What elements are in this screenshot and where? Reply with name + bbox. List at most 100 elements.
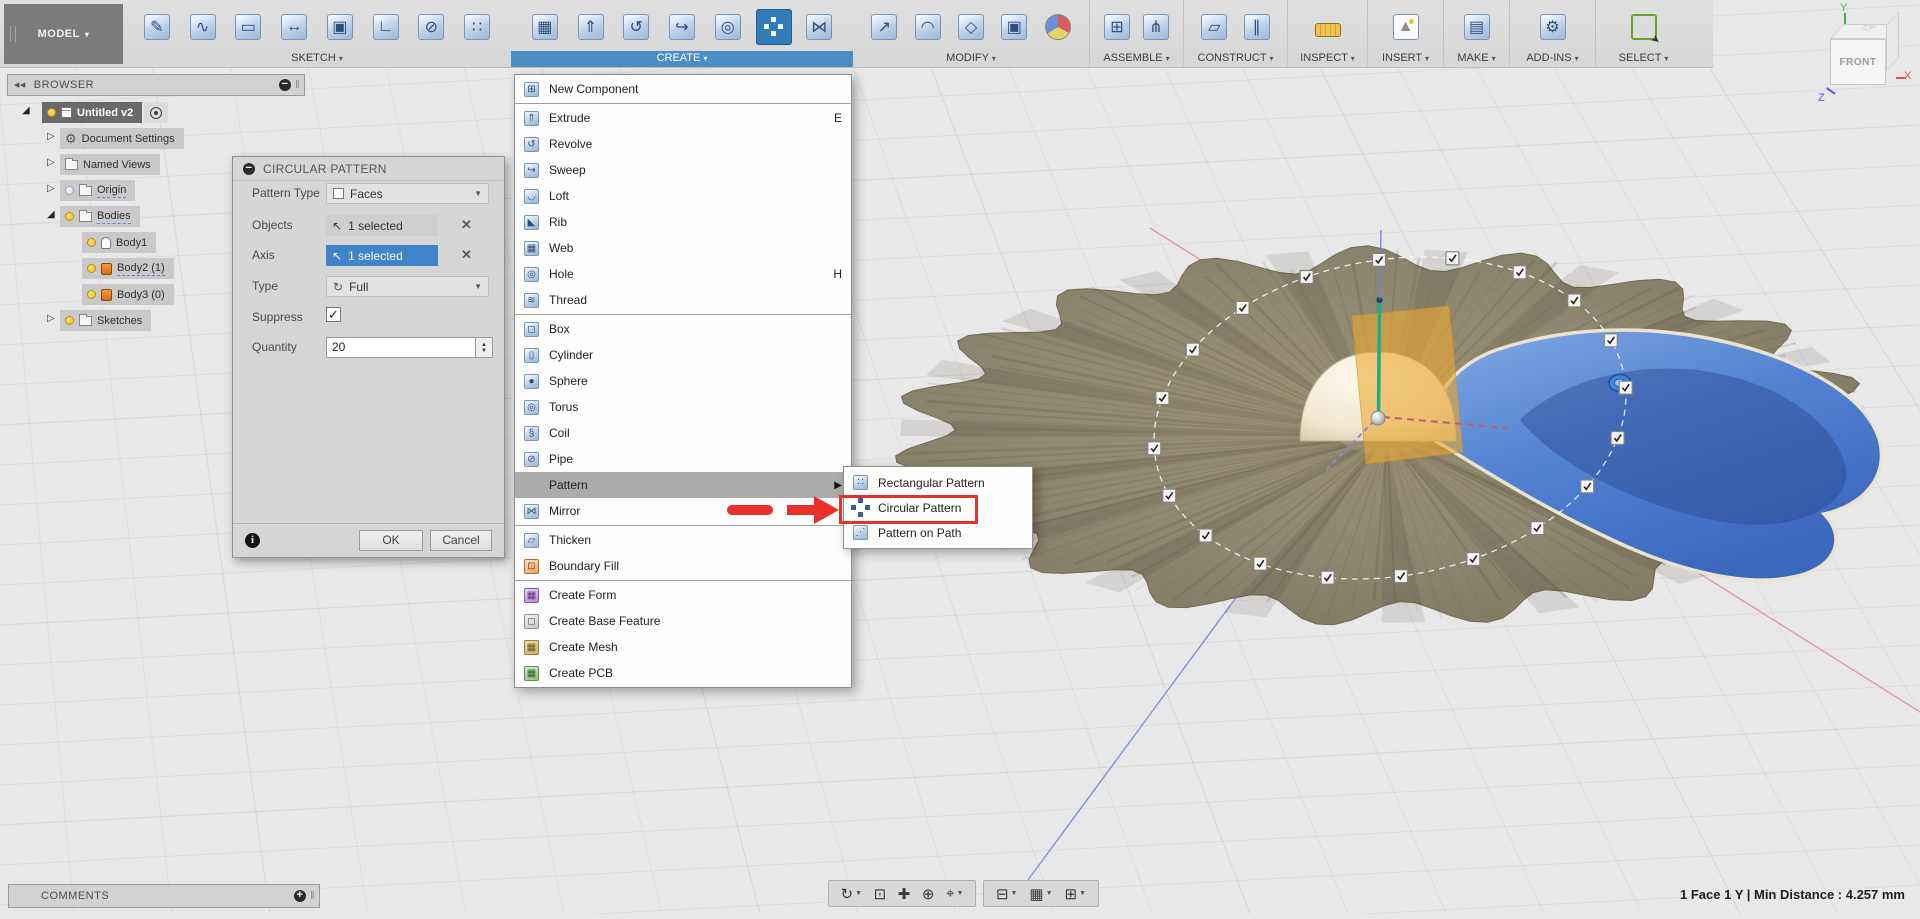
- browser-item-named-views[interactable]: Named Views: [60, 154, 160, 175]
- circle-button[interactable]: ⊘: [413, 9, 449, 45]
- menu-item-box[interactable]: ◻Box: [515, 316, 851, 342]
- visibility-bulb-icon[interactable]: [87, 264, 96, 273]
- comments-panel-header[interactable]: COMMENTS + ‖: [8, 884, 320, 908]
- zoom-button[interactable]: ⊕: [922, 885, 935, 903]
- quantity-stepper[interactable]: ▲ ▼: [476, 337, 493, 358]
- sketch-dimension-button[interactable]: ↔: [276, 9, 312, 45]
- menu-item-pipe[interactable]: ⊘Pipe: [515, 446, 851, 472]
- menu-item-hole[interactable]: ◎HoleH: [515, 261, 851, 287]
- browser-item-body3-0[interactable]: Body3 (0): [82, 284, 174, 305]
- suppress-checkbox[interactable]: ✓: [326, 307, 341, 322]
- toolbar-group-construct-label[interactable]: CONSTRUCT ▾: [1184, 51, 1287, 67]
- pattern-instance-checkbox[interactable]: [1619, 381, 1632, 394]
- menu-item-extrude[interactable]: ⇑ExtrudeE: [515, 105, 851, 131]
- selected-axis-line[interactable]: [1379, 300, 1380, 419]
- pattern-button[interactable]: [756, 9, 792, 45]
- pattern-instance-checkbox[interactable]: [1395, 570, 1408, 583]
- expander-icon[interactable]: ◢: [22, 105, 30, 116]
- view-cube-front-face[interactable]: FRONT: [1830, 39, 1886, 85]
- browser-item-body1[interactable]: Body1: [82, 232, 156, 253]
- offset-plane-button[interactable]: ▱: [1196, 9, 1232, 45]
- pattern-instance-checkbox[interactable]: [1513, 266, 1526, 279]
- view-cube[interactable]: Y TOP FRONT X Z: [1800, 4, 1920, 109]
- quantity-input[interactable]: 20: [326, 337, 476, 358]
- browser-item-document-settings[interactable]: ⚙Document Settings: [60, 128, 184, 149]
- pattern-instance-checkbox[interactable]: [1568, 294, 1581, 307]
- pattern-instance-checkbox[interactable]: [1467, 553, 1480, 566]
- visibility-bulb-icon[interactable]: [87, 238, 96, 247]
- toolbar-group-modify-label[interactable]: MODIFY ▾: [853, 51, 1089, 67]
- menu-item-boundary-fill[interactable]: ⊡Boundary Fill: [515, 553, 851, 579]
- pattern-instance-checkbox[interactable]: [1531, 522, 1544, 535]
- toolbar-group-make-label[interactable]: MAKE ▾: [1444, 51, 1509, 67]
- select-button[interactable]: [1626, 9, 1662, 45]
- scripts-button[interactable]: ⚙: [1535, 9, 1571, 45]
- activate-component-toggle[interactable]: [144, 102, 168, 123]
- chevron-down-icon[interactable]: ▼: [855, 890, 862, 897]
- pattern-instance-checkbox[interactable]: [1254, 557, 1267, 570]
- menu-item-torus[interactable]: ◎Torus: [515, 394, 851, 420]
- browser-item-origin[interactable]: Origin: [60, 180, 135, 201]
- look-at-button[interactable]: ⊡: [874, 885, 887, 903]
- menu-item-cylinder[interactable]: ▯Cylinder: [515, 342, 851, 368]
- toolbar-group-addins-label[interactable]: ADD-INS ▾: [1510, 51, 1595, 67]
- menu-item-rib[interactable]: ◣Rib: [515, 209, 851, 235]
- stepper-down-icon[interactable]: ▼: [481, 348, 487, 354]
- pattern-instance-checkbox[interactable]: [1604, 334, 1617, 347]
- objects-selection-button[interactable]: ↖ 1 selected: [326, 215, 438, 236]
- chevron-down-icon[interactable]: ▼: [1046, 890, 1053, 897]
- pattern-instance-checkbox[interactable]: [1236, 301, 1249, 314]
- workspace-switcher[interactable]: MODEL ▾: [4, 4, 123, 64]
- visibility-bulb-icon[interactable]: [65, 316, 74, 325]
- menu-item-create-mesh[interactable]: ▦Create Mesh: [515, 634, 851, 660]
- chevron-down-icon[interactable]: ▼: [956, 890, 963, 897]
- toolbar-group-assemble-label[interactable]: ASSEMBLE ▾: [1090, 51, 1183, 67]
- expander-icon[interactable]: ◢: [47, 209, 55, 220]
- objects-clear-icon[interactable]: ✕: [461, 217, 472, 233]
- pattern-instance-checkbox[interactable]: [1156, 392, 1169, 405]
- revolve-button[interactable]: ↺: [618, 9, 654, 45]
- visibility-bulb-icon[interactable]: [87, 290, 96, 299]
- pattern-instance-checkbox[interactable]: [1581, 480, 1594, 493]
- extrude-button[interactable]: ⇑: [573, 9, 609, 45]
- chevron-down-icon[interactable]: ▼: [1011, 890, 1018, 897]
- menu-item-loft[interactable]: ◡Loft: [515, 183, 851, 209]
- browser-item-sketches[interactable]: Sketches: [60, 310, 151, 331]
- midplane-button[interactable]: ∥: [1239, 9, 1275, 45]
- dialog-collapse-icon[interactable]: −: [243, 163, 255, 175]
- menu-item-new-component[interactable]: ⊞New Component: [515, 76, 851, 102]
- menu-item-pattern[interactable]: Pattern▶: [515, 472, 851, 498]
- browser-item-bodies[interactable]: Bodies: [60, 206, 140, 227]
- menu-item-web[interactable]: ▦Web: [515, 235, 851, 261]
- toolbar-group-select-label[interactable]: SELECT ▾: [1596, 51, 1691, 67]
- menu-item-create-base-feature[interactable]: ◻Create Base Feature: [515, 608, 851, 634]
- visibility-bulb-icon[interactable]: [47, 108, 56, 117]
- measure-button[interactable]: [1310, 9, 1346, 45]
- insert-image-button[interactable]: ▲: [1388, 9, 1424, 45]
- browser-panel-header[interactable]: ◀◀ BROWSER − ‖: [7, 74, 305, 96]
- expander-icon[interactable]: ▷: [47, 131, 55, 142]
- pattern-instance-checkbox[interactable]: [1186, 343, 1199, 356]
- shell-button[interactable]: ▣: [996, 9, 1032, 45]
- 3d-print-button[interactable]: ▤: [1459, 9, 1495, 45]
- browser-item-body2-1[interactable]: Body2 (1): [82, 258, 174, 279]
- mirror-button[interactable]: ⋈: [801, 9, 837, 45]
- viewports-button[interactable]: ⊞▼: [1065, 885, 1087, 903]
- grid-snaps-button[interactable]: ▦▼: [1029, 885, 1052, 903]
- pattern-instance-checkbox[interactable]: [1148, 442, 1161, 455]
- expander-icon[interactable]: ▷: [47, 157, 55, 168]
- menu-item-create-pcb[interactable]: ▦Create PCB: [515, 660, 851, 686]
- menu-item-sweep[interactable]: ↪Sweep: [515, 157, 851, 183]
- type-dropdown[interactable]: ↻ Full ▼: [326, 276, 489, 297]
- pattern-instance-checkbox[interactable]: [1321, 571, 1334, 584]
- view-cube-side-face[interactable]: [1886, 12, 1899, 71]
- remove-panel-icon[interactable]: −: [279, 79, 291, 91]
- submenu-item-rectangular-pattern[interactable]: ∷Rectangular Pattern: [844, 470, 1032, 495]
- toolbar-group-insert-label[interactable]: INSERT ▾: [1368, 51, 1443, 67]
- toolbar-group-inspect-label[interactable]: INSPECT ▾: [1288, 51, 1367, 67]
- pattern-instance-checkbox[interactable]: [1300, 271, 1313, 284]
- pattern-type-dropdown[interactable]: Faces ▼: [326, 183, 489, 204]
- fillet-button[interactable]: ◠: [910, 9, 946, 45]
- panel-drag-handle[interactable]: ‖: [310, 890, 315, 902]
- sketch-pattern-button[interactable]: ∷: [459, 9, 495, 45]
